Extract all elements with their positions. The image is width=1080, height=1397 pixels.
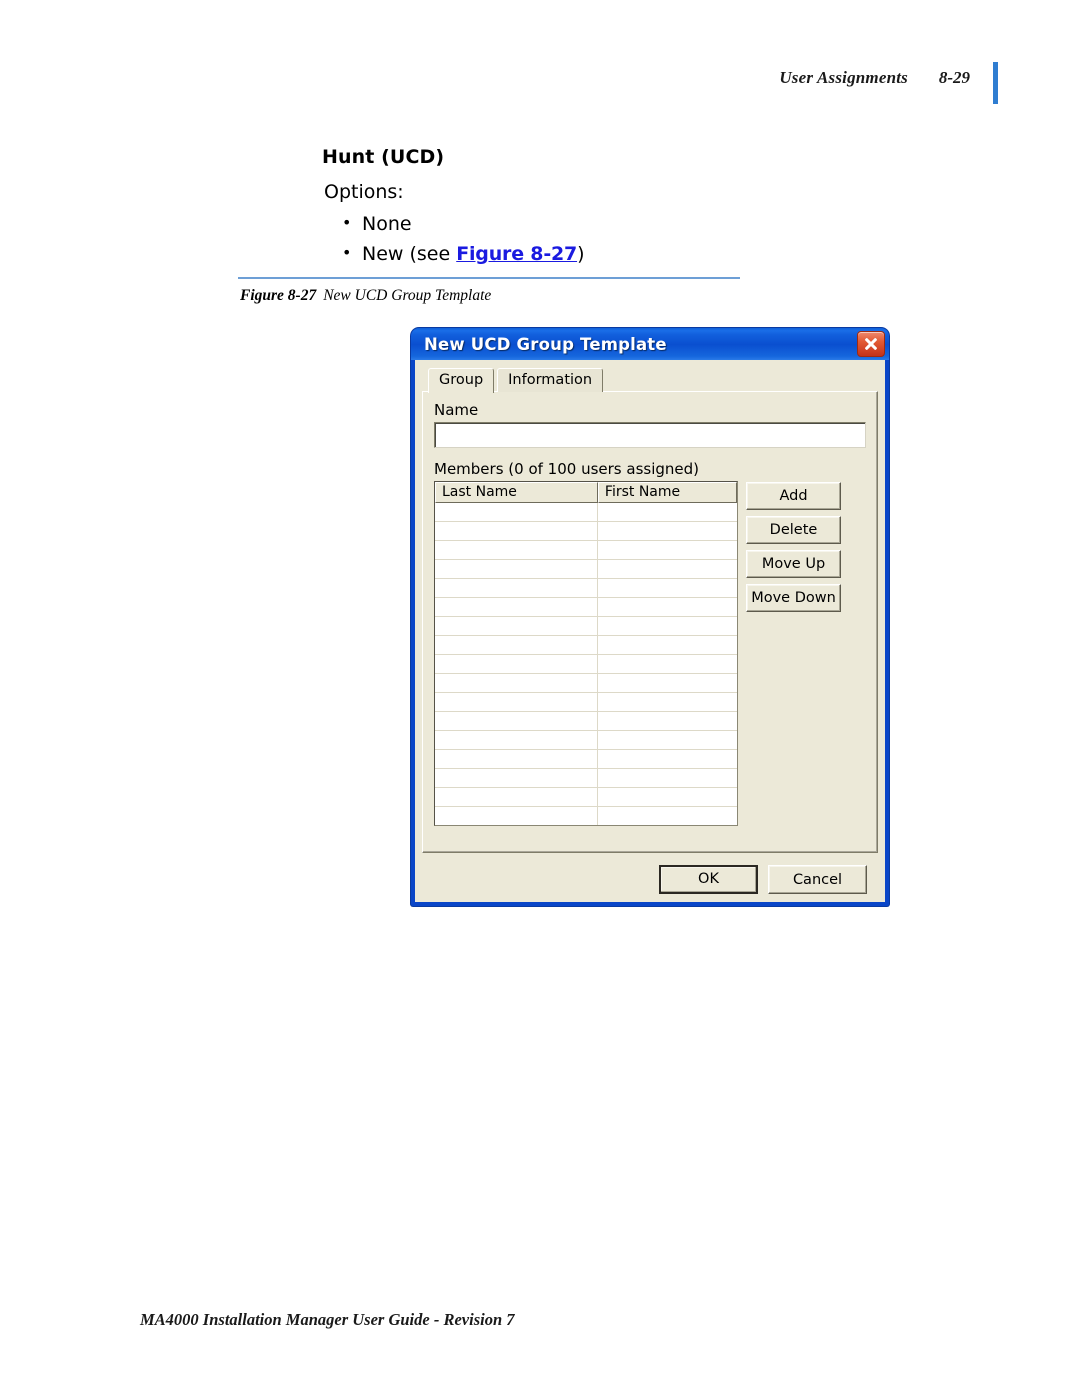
cell-last-name	[435, 598, 598, 616]
cell-last-name	[435, 522, 598, 540]
table-row[interactable]	[435, 541, 737, 560]
cell-first-name	[598, 655, 737, 673]
table-row[interactable]	[435, 788, 737, 807]
cell-last-name	[435, 503, 598, 521]
figure-caption: Figure 8-27 New UCD Group Template	[240, 287, 491, 305]
cell-first-name	[598, 522, 737, 540]
cell-first-name	[598, 807, 737, 825]
cell-first-name	[598, 769, 737, 787]
dialog-client-area: Group Information Name Members (0 of 100…	[415, 360, 885, 902]
cell-first-name	[598, 788, 737, 806]
list-item-label: New (see	[362, 243, 457, 265]
table-row[interactable]	[435, 807, 737, 825]
column-header-last-name[interactable]: Last Name	[435, 482, 598, 503]
table-row[interactable]	[435, 731, 737, 750]
tab-group[interactable]: Group	[428, 368, 495, 393]
table-row[interactable]	[435, 674, 737, 693]
cell-first-name	[598, 750, 737, 768]
table-row[interactable]	[435, 522, 737, 541]
figure-cross-reference-link[interactable]: Figure 8-27	[456, 243, 577, 265]
list-item: New (see Figure 8-27)	[342, 238, 1022, 269]
members-grid-rows	[435, 503, 737, 825]
dialog-footer-buttons: OK Cancel	[415, 865, 885, 894]
cell-last-name	[435, 769, 598, 787]
new-ucd-group-template-dialog: New UCD Group Template Group Information…	[411, 328, 889, 906]
cell-first-name	[598, 617, 737, 635]
list-item: None	[342, 208, 1022, 239]
cell-last-name	[435, 579, 598, 597]
cell-last-name	[435, 693, 598, 711]
list-item-label-suffix: )	[577, 243, 585, 265]
tab-panel-group: Name Members (0 of 100 users assigned) L…	[422, 391, 878, 853]
members-grid[interactable]: Last Name First Name	[434, 481, 738, 826]
list-item-label: None	[362, 213, 412, 235]
figure-caption-label: Figure 8-27	[240, 287, 317, 304]
cell-first-name	[598, 579, 737, 597]
content-block: Hunt (UCD) Options: None New (see Figure…	[322, 146, 1022, 269]
cell-last-name	[435, 617, 598, 635]
options-label: Options:	[324, 181, 404, 203]
figure-caption-text: New UCD Group Template	[323, 287, 492, 304]
move-up-button[interactable]: Move Up	[746, 550, 841, 578]
add-button[interactable]: Add	[746, 482, 841, 510]
cell-last-name	[435, 807, 598, 825]
page-header: User Assignments 8-29	[0, 62, 1080, 104]
table-row[interactable]	[435, 503, 737, 522]
members-button-column: Add Delete Move Up Move Down	[746, 481, 841, 612]
table-row[interactable]	[435, 636, 737, 655]
cell-last-name	[435, 560, 598, 578]
tab-information-label: Information	[508, 372, 593, 388]
cell-last-name	[435, 655, 598, 673]
tab-strip: Group Information	[422, 368, 878, 393]
ok-button[interactable]: OK	[659, 865, 758, 894]
options-list: None New (see Figure 8-27)	[322, 208, 1022, 269]
table-row[interactable]	[435, 769, 737, 788]
dialog-title: New UCD Group Template	[424, 334, 667, 354]
cell-first-name	[598, 636, 737, 654]
cancel-button[interactable]: Cancel	[768, 865, 867, 894]
tab-information[interactable]: Information	[497, 368, 604, 392]
members-grid-header: Last Name First Name	[435, 482, 737, 503]
cell-first-name	[598, 560, 737, 578]
cell-first-name	[598, 693, 737, 711]
header-page-number: 8-29	[938, 68, 970, 87]
dialog-titlebar[interactable]: New UCD Group Template	[411, 328, 889, 360]
table-row[interactable]	[435, 693, 737, 712]
close-icon[interactable]	[857, 331, 885, 357]
cell-first-name	[598, 503, 737, 521]
cell-last-name	[435, 541, 598, 559]
table-row[interactable]	[435, 598, 737, 617]
header-title: User Assignments	[779, 68, 908, 87]
cell-first-name	[598, 674, 737, 692]
cell-last-name	[435, 731, 598, 749]
delete-button[interactable]: Delete	[746, 516, 841, 544]
page-title: Hunt (UCD)	[322, 146, 445, 168]
cell-last-name	[435, 750, 598, 768]
table-row[interactable]	[435, 579, 737, 598]
members-area: Last Name First Name Add Delete Move Up …	[434, 481, 866, 826]
cell-last-name	[435, 788, 598, 806]
cell-first-name	[598, 731, 737, 749]
cell-last-name	[435, 712, 598, 730]
name-label: Name	[434, 401, 479, 419]
page-marker-bar	[993, 62, 998, 104]
name-input[interactable]	[434, 422, 866, 448]
table-row[interactable]	[435, 617, 737, 636]
figure-caption-rule	[238, 277, 740, 279]
table-row[interactable]	[435, 750, 737, 769]
table-row[interactable]	[435, 560, 737, 579]
cell-first-name	[598, 598, 737, 616]
cell-last-name	[435, 636, 598, 654]
cell-first-name	[598, 712, 737, 730]
page-footer: MA4000 Installation Manager User Guide -…	[140, 1310, 515, 1329]
cell-last-name	[435, 674, 598, 692]
tab-group-label: Group	[439, 372, 484, 388]
members-label: Members (0 of 100 users assigned)	[434, 460, 699, 478]
move-down-button[interactable]: Move Down	[746, 584, 841, 612]
table-row[interactable]	[435, 655, 737, 674]
cell-first-name	[598, 541, 737, 559]
table-row[interactable]	[435, 712, 737, 731]
column-header-first-name[interactable]: First Name	[597, 482, 737, 503]
